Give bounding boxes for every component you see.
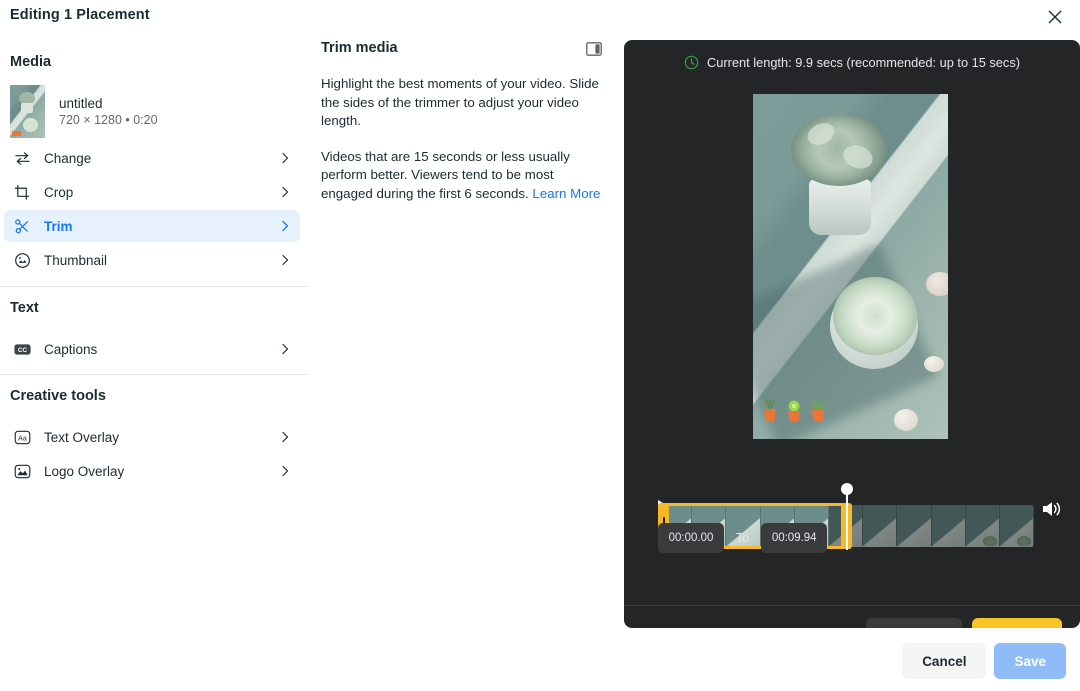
svg-text:Aa: Aa — [18, 434, 27, 442]
creative-tools-section-title: Creative tools — [0, 388, 106, 404]
learn-more-link[interactable]: Learn More — [532, 186, 600, 201]
succulent-top — [791, 114, 887, 186]
filmstrip-frame — [897, 505, 931, 547]
video-player[interactable] — [753, 94, 948, 439]
editor-sidebar: Media untitled 720 × 1280 • 0:20 Change — [0, 40, 308, 640]
media-summary[interactable]: untitled 720 × 1280 • 0:20 — [10, 85, 158, 138]
chevron-right-icon — [278, 219, 292, 233]
media-thumbnail — [10, 85, 45, 138]
section-divider — [0, 374, 308, 375]
sidebar-item-thumbnail[interactable]: Thumbnail — [4, 244, 300, 276]
sidebar-item-label: Change — [44, 151, 91, 166]
chevron-right-icon — [278, 253, 292, 267]
trim-start-input[interactable] — [658, 523, 724, 553]
trim-separator-label: To — [736, 531, 749, 545]
sidebar-item-crop[interactable]: Crop — [4, 176, 300, 208]
trim-description-1: Highlight the best moments of your video… — [321, 75, 603, 131]
trim-cancel-label: Cancel — [903, 628, 946, 629]
side-panel-icon — [586, 41, 602, 57]
trim-time-inputs: To — [658, 523, 827, 553]
sidebar-item-text-overlay[interactable]: Aa Text Overlay — [4, 421, 300, 453]
clock-icon — [684, 55, 699, 70]
chevron-right-icon — [278, 342, 292, 356]
media-file-name: untitled — [59, 96, 158, 111]
section-divider — [0, 286, 308, 287]
trim-action-buttons: Cancel Apply — [866, 618, 1062, 628]
dialog-footer: Cancel Save — [0, 633, 1080, 691]
crop-icon — [12, 182, 32, 202]
trim-panel-header: Trim media — [321, 40, 603, 58]
succulent-bottom — [833, 277, 917, 355]
volume-button[interactable] — [1038, 496, 1066, 522]
potted-plant-sticker — [785, 397, 803, 423]
chevron-right-icon — [278, 464, 292, 478]
trim-description-2: Videos that are 15 seconds or less usual… — [321, 148, 603, 204]
plant-pot-top — [809, 179, 871, 235]
volume-icon — [1041, 499, 1063, 519]
dialog-title: Editing 1 Placement — [10, 7, 150, 23]
sidebar-item-label: Thumbnail — [44, 253, 107, 268]
scissors-icon — [12, 216, 32, 236]
trim-panel-title: Trim media — [321, 40, 398, 56]
filmstrip-frame — [966, 505, 1000, 547]
media-section-title: Media — [0, 54, 51, 70]
logo-overlay-icon — [12, 461, 32, 481]
side-panel-toggle-button[interactable] — [585, 40, 603, 58]
video-frame-image — [753, 94, 948, 439]
sidebar-item-label: Text Overlay — [44, 430, 119, 445]
current-length-text: Current length: 9.9 secs (recommended: u… — [707, 55, 1020, 70]
text-overlay-icon: Aa — [12, 427, 32, 447]
filmstrip-frame — [932, 505, 966, 547]
closed-caption-icon: CC — [12, 339, 32, 359]
pebble — [894, 409, 918, 431]
panel-divider — [624, 605, 1080, 606]
filmstrip-frame — [863, 505, 897, 547]
pebble — [924, 356, 944, 372]
sidebar-item-captions[interactable]: CC Captions — [4, 333, 300, 365]
chevron-right-icon — [278, 430, 292, 444]
svg-text:CC: CC — [17, 347, 27, 354]
chevron-right-icon — [278, 185, 292, 199]
sidebar-item-label: Logo Overlay — [44, 464, 124, 479]
sidebar-item-trim[interactable]: Trim — [4, 210, 300, 242]
sidebar-item-label: Trim — [44, 219, 73, 234]
filmstrip-frame — [1000, 505, 1034, 547]
playhead-knob[interactable] — [841, 483, 853, 495]
footer-save-button[interactable]: Save — [994, 643, 1066, 679]
footer-cancel-button[interactable]: Cancel — [902, 643, 986, 679]
trim-apply-button[interactable]: Apply — [972, 618, 1062, 628]
sidebar-item-label: Crop — [44, 185, 73, 200]
sidebar-item-logo-overlay[interactable]: Logo Overlay — [4, 455, 300, 487]
close-icon — [1047, 9, 1063, 25]
trim-info-panel: Trim media Highlight the best moments of… — [321, 40, 611, 203]
current-length-bar: Current length: 9.9 secs (recommended: u… — [624, 40, 1080, 84]
potted-plant-sticker — [809, 397, 827, 423]
playhead[interactable] — [846, 488, 848, 550]
trim-end-input[interactable] — [761, 523, 827, 553]
footer-action-buttons: Cancel Save — [902, 643, 1066, 679]
trim-cancel-button[interactable]: Cancel — [866, 618, 962, 628]
media-file-details: 720 × 1280 • 0:20 — [59, 113, 158, 127]
trim-apply-label: Apply — [1010, 628, 1046, 629]
video-preview-panel: Current length: 9.9 secs (recommended: u… — [624, 40, 1080, 628]
dialog-titlebar: Editing 1 Placement — [0, 0, 1080, 33]
text-section-title: Text — [0, 300, 39, 316]
sticker-overlay-group — [761, 397, 827, 423]
close-dialog-button[interactable] — [1042, 4, 1068, 30]
pebble — [926, 272, 948, 296]
chevron-right-icon — [278, 151, 292, 165]
potted-plant-sticker — [761, 397, 779, 423]
swap-arrows-icon — [12, 148, 32, 168]
sidebar-item-label: Captions — [44, 342, 97, 357]
image-circle-icon — [12, 250, 32, 270]
sidebar-item-change[interactable]: Change — [4, 142, 300, 174]
